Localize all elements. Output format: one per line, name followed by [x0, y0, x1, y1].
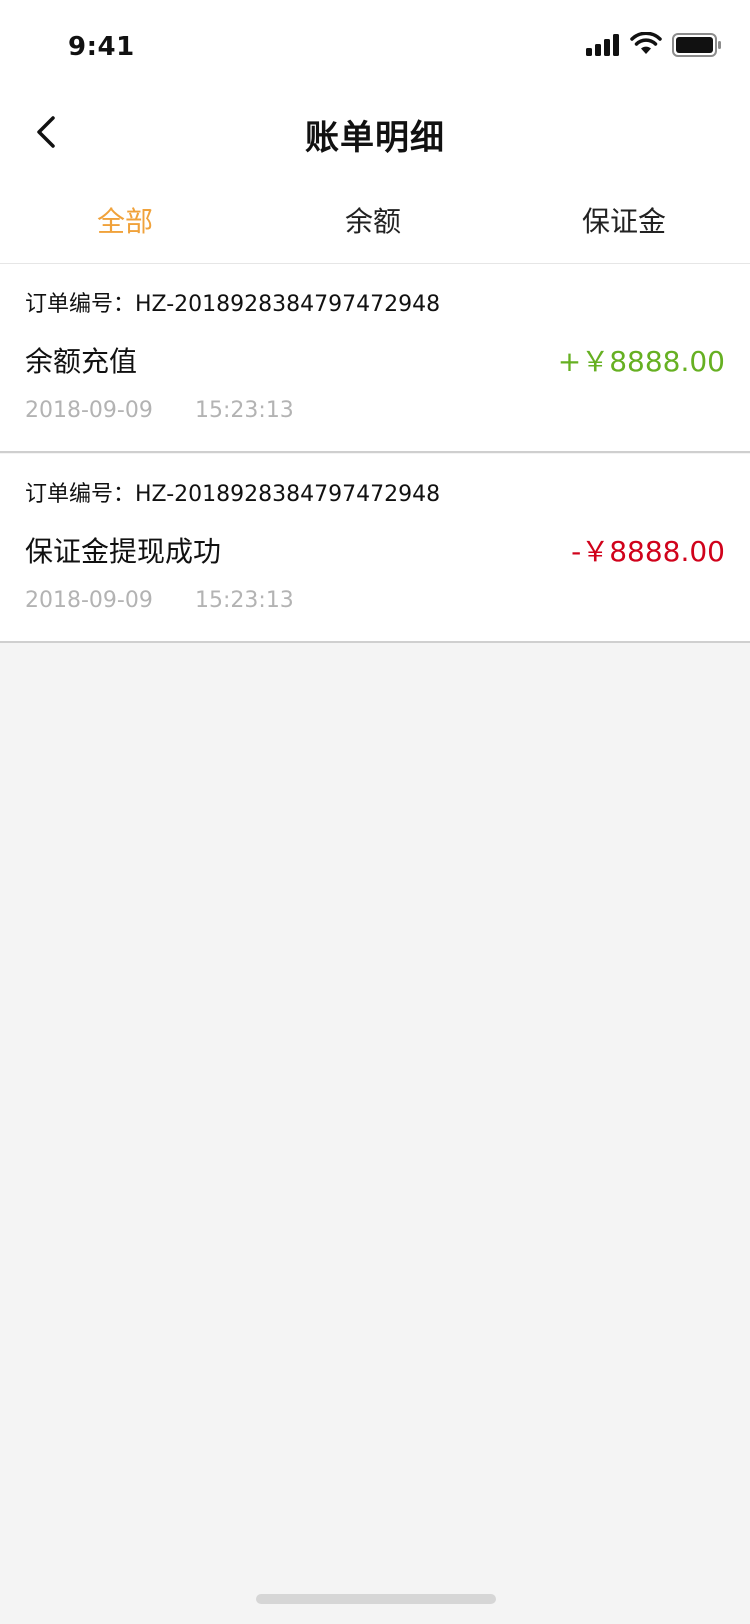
record-date: 2018-09-09: [25, 588, 153, 613]
order-number: 订单编号：HZ-2018928384797472948: [25, 292, 441, 317]
record-amount: +￥8888.00: [557, 345, 725, 378]
tab-all[interactable]: 全部: [25, 200, 225, 240]
cellular-signal-icon: [586, 34, 619, 56]
page-title: 账单明细: [305, 118, 445, 158]
battery-icon: [672, 33, 721, 57]
home-indicator: [256, 1594, 496, 1604]
record-date: 2018-09-09: [25, 398, 153, 423]
status-time: 9:41: [68, 32, 135, 62]
navigation-bar: 账单明细: [0, 88, 750, 176]
status-bar: 9:41: [0, 0, 750, 88]
filter-tabs: 全部 余额 保证金: [0, 176, 750, 264]
record-time: 15:23:13: [195, 398, 294, 423]
tab-balance[interactable]: 余额: [273, 200, 473, 240]
order-number: 订单编号：HZ-2018928384797472948: [25, 482, 441, 507]
wifi-icon: [630, 32, 662, 54]
bill-record[interactable]: 订单编号：HZ-2018928384797472948 余额充值 +￥8888.…: [0, 264, 750, 453]
record-title: 保证金提现成功: [25, 535, 222, 568]
record-title: 余额充值: [25, 345, 138, 378]
record-time: 15:23:13: [195, 588, 294, 613]
tab-deposit[interactable]: 保证金: [524, 200, 724, 240]
record-amount: -￥8888.00: [571, 535, 725, 568]
header-area: 9:41 账单明细 全部 余额 保证金: [0, 0, 750, 264]
bill-record[interactable]: 订单编号：HZ-2018928384797472948 保证金提现成功 -￥88…: [0, 454, 750, 643]
